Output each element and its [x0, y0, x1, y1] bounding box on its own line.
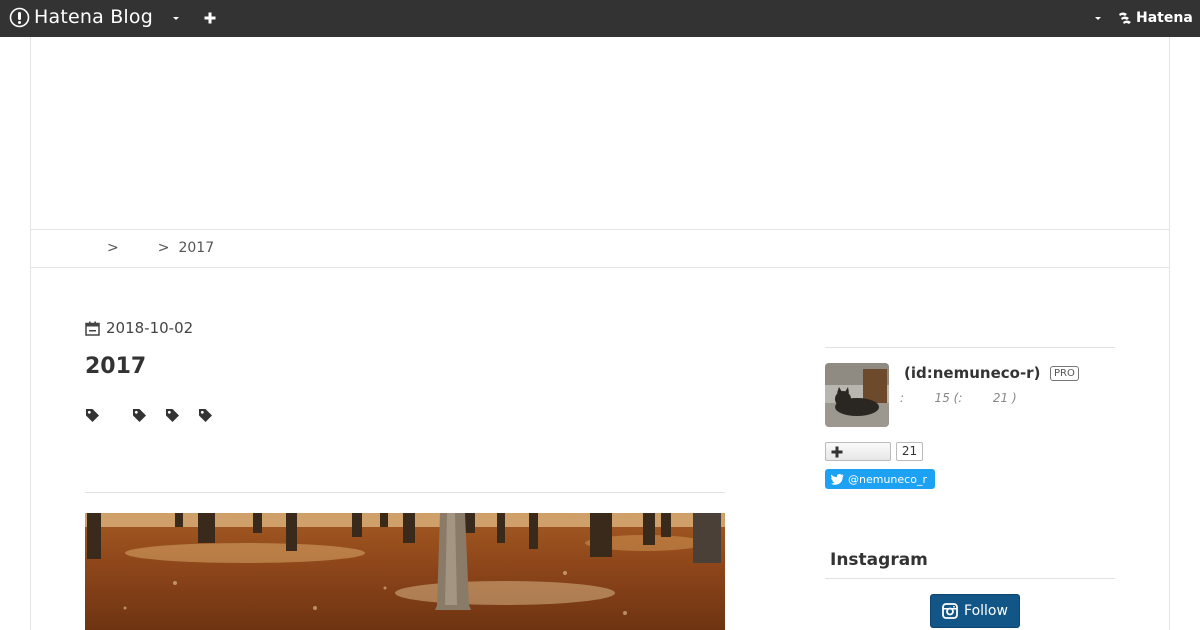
hatena-brand: Hatena: [1136, 10, 1193, 26]
reader-follow-button[interactable]: [825, 442, 891, 461]
autumn-park-image: [85, 513, 725, 630]
instagram-module-divider: [825, 578, 1115, 579]
category-tag[interactable]: [85, 408, 100, 423]
category-tag[interactable]: [198, 408, 213, 423]
entry-photo[interactable]: [85, 513, 725, 630]
calendar-icon: [85, 321, 100, 336]
entry-date-text: 2018-10-02: [106, 319, 194, 337]
hatena-logo-icon: [1119, 12, 1131, 24]
instagram-follow-button[interactable]: Follow: [930, 594, 1020, 628]
twitter-bird-icon: [831, 473, 844, 485]
breadcrumb-separator: >: [107, 240, 119, 256]
instagram-follow-label: Follow: [964, 603, 1008, 619]
tag-icon: [199, 409, 212, 422]
profile-stats: : 15 (: 21 ): [900, 391, 1017, 405]
hatena-blog-logo-icon: [9, 7, 30, 27]
entry-title[interactable]: 2017: [85, 354, 146, 379]
hatena-blog-logo[interactable]: Hatena Blog: [9, 6, 153, 28]
entry-date[interactable]: 2018-10-02: [85, 319, 193, 337]
avatar[interactable]: [825, 363, 889, 427]
category-tag[interactable]: [132, 408, 147, 423]
plus-icon: [831, 446, 843, 458]
entry-categories: [85, 408, 231, 423]
instagram-icon: [942, 603, 958, 619]
reader-count: 21: [896, 442, 923, 461]
tag-icon: [166, 409, 179, 422]
plus-icon[interactable]: [203, 11, 217, 25]
breadcrumb-current: 2017: [178, 240, 215, 256]
twitter-handle: @nemuneco_r: [848, 472, 927, 486]
hatena-account-menu[interactable]: Hatena: [1118, 10, 1193, 26]
global-header: Hatena Blog Hatena: [0, 0, 1200, 37]
instagram-module-title: Instagram: [830, 550, 928, 570]
breadcrumb: > > 2017: [94, 240, 214, 256]
breadcrumb-separator: >: [157, 240, 170, 256]
tag-icon: [133, 409, 146, 422]
twitter-follow-button[interactable]: @nemuneco_r: [825, 469, 935, 489]
brand-name: Hatena Blog: [34, 6, 153, 28]
cat-avatar-image: [825, 363, 889, 427]
breadcrumb-category-link[interactable]: [128, 241, 149, 255]
breadcrumb-home-link[interactable]: [94, 241, 98, 255]
profile-id-link[interactable]: (id:nemuneco-r): [904, 364, 1040, 382]
chevron-down-icon[interactable]: [170, 12, 182, 24]
pro-badge: PRO: [1050, 366, 1079, 381]
category-tag[interactable]: [165, 408, 180, 423]
entry-divider: [85, 492, 725, 493]
chevron-down-icon[interactable]: [1092, 12, 1104, 24]
tag-icon: [86, 409, 99, 422]
sidebar-divider: [825, 347, 1115, 348]
